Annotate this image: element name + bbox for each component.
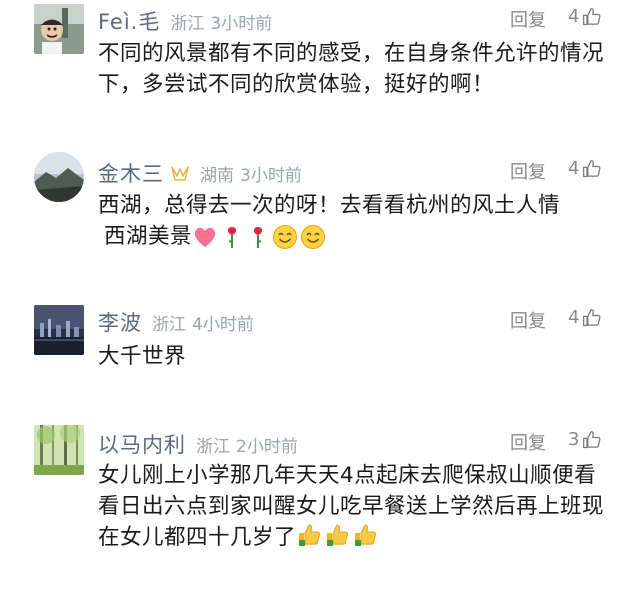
thumbs-up-icon	[583, 159, 601, 177]
thumbs-up-emoji-icon	[299, 524, 321, 546]
location: 湖南	[200, 166, 234, 186]
thumbs-up-icon	[583, 308, 601, 326]
timestamp: 2小时前	[236, 437, 298, 457]
avatar[interactable]	[34, 425, 84, 475]
like-button[interactable]: 4	[568, 158, 602, 179]
thumbs-up-icon	[583, 430, 601, 448]
like-button[interactable]: 4	[568, 307, 602, 328]
heart-emoji-icon	[194, 227, 216, 247]
avatar-forest-icon	[34, 425, 84, 475]
location: 浙江	[170, 14, 205, 34]
timestamp: 4小时前	[192, 315, 254, 335]
like-count: 3	[568, 429, 580, 450]
reply-button[interactable]: 回复	[510, 307, 546, 333]
comment-text-segment: 女儿刚上小学那几年天天4点起床去爬保叔山顺便看看日出六点到家叫醒女儿吃早餐送上学…	[98, 463, 605, 550]
avatar-cityscape-icon	[34, 305, 84, 355]
thumbs-up-emoji-icon	[327, 524, 349, 546]
comment-meta: 金木三 湖南 3小时前	[98, 158, 302, 188]
comment-text-segment: 西湖美景	[104, 224, 193, 249]
like-count: 4	[568, 6, 580, 27]
thumbs-up-icon	[583, 7, 601, 25]
reply-button[interactable]: 回复	[510, 429, 546, 455]
comment-meta: Feì.毛 浙江 3小时前	[98, 6, 272, 36]
comment-meta: 以马内利 浙江 2小时前	[98, 429, 298, 459]
rose-emoji-icon	[253, 226, 263, 248]
comment-text-line: 西湖，总得去一次的呀！去看看杭州的风土人情	[98, 193, 561, 218]
like-button[interactable]: 3	[568, 429, 602, 450]
comment-text: 西湖，总得去一次的呀！去看看杭州的风土人情 西湖美景	[98, 190, 618, 252]
comment-text: 女儿刚上小学那几年天天4点起床去爬保叔山顺便看看日出六点到家叫醒女儿吃早餐送上学…	[98, 460, 618, 553]
comment-text: 大千世界	[98, 344, 187, 369]
avatar-photo-icon	[34, 4, 84, 54]
comment-meta: 李波 浙江 4小时前	[98, 307, 254, 337]
reply-button[interactable]: 回复	[510, 158, 546, 184]
like-count: 4	[568, 307, 580, 328]
username[interactable]: 金木三	[98, 158, 164, 188]
like-count: 4	[568, 158, 580, 179]
location: 浙江	[152, 315, 186, 335]
location: 浙江	[196, 437, 230, 457]
avatar-landscape-icon	[34, 152, 84, 202]
timestamp: 3小时前	[210, 14, 273, 34]
smile-emoji-icon	[301, 224, 326, 249]
comment-text: 不同的风景都有不同的感受，在自身条件允许的情况下，多尝试不同的欣赏体验，挺好的啊…	[98, 41, 605, 97]
comment-text-line: 西湖美景	[98, 221, 618, 252]
vip-badge-icon	[171, 166, 189, 181]
smile-emoji-icon	[273, 224, 298, 249]
username[interactable]: Feì.毛	[98, 6, 160, 36]
like-button[interactable]: 4	[568, 6, 602, 27]
username[interactable]: 以马内利	[98, 429, 186, 459]
rose-emoji-icon	[227, 226, 237, 248]
reply-button[interactable]: 回复	[510, 6, 546, 32]
timestamp: 3小时前	[240, 166, 302, 186]
avatar[interactable]	[34, 152, 84, 202]
avatar[interactable]	[34, 305, 84, 355]
thumbs-up-emoji-icon	[355, 524, 377, 546]
avatar[interactable]	[34, 4, 84, 54]
username[interactable]: 李波	[98, 307, 142, 337]
